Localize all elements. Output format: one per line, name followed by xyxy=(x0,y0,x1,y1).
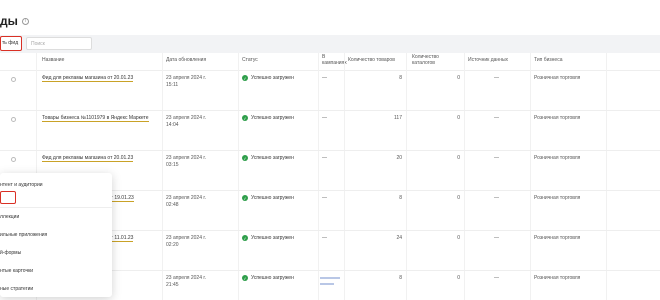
column-header-catalogs[interactable]: Количество каталогов xyxy=(412,54,439,66)
row-select-radio[interactable] xyxy=(11,77,16,82)
updated-time: 03:15 xyxy=(166,162,179,168)
check-circle-icon: ✓ xyxy=(242,115,248,121)
feed-name-link[interactable]: Фид для рекламы магазина от 20.01.23 xyxy=(42,75,134,82)
campaigns-value: — xyxy=(322,75,327,81)
catalogs-count: 0 xyxy=(457,195,460,201)
status-badge: ✓ Успешно загружен xyxy=(242,275,294,281)
products-count: 8 xyxy=(399,75,402,81)
business-type: Розничная торговля xyxy=(534,275,581,281)
status-badge: ✓ Успешно загружен xyxy=(242,235,294,241)
check-circle-icon: ✓ xyxy=(242,75,248,81)
status-badge: ✓ Успешно загружен xyxy=(242,195,294,201)
column-header-business[interactable]: Тип бизнеса xyxy=(534,57,563,63)
updated-date: 23 апреля 2024 г. xyxy=(166,115,206,121)
status-text: Успешно загружен xyxy=(251,235,294,241)
source-value: — xyxy=(494,75,499,81)
updated-date: 23 апреля 2024 г. xyxy=(166,275,206,281)
feed-name-link[interactable]: Фид для рекламы магазина от 20.01.23 xyxy=(42,155,134,162)
menu-item-lead-forms[interactable]: й-формы xyxy=(0,246,112,260)
source-value: — xyxy=(494,235,499,241)
menu-divider xyxy=(0,207,112,208)
source-value: — xyxy=(494,275,499,281)
updated-date: 23 апреля 2024 г. xyxy=(166,235,206,241)
source-value: — xyxy=(494,195,499,201)
products-count: 20 xyxy=(396,155,402,161)
campaigns-link-placeholder[interactable] xyxy=(320,283,334,285)
menu-item-collections[interactable]: ллекции xyxy=(0,210,112,224)
campaigns-value: — xyxy=(322,235,327,241)
campaigns-value: — xyxy=(322,155,327,161)
business-type: Розничная торговля xyxy=(534,195,581,201)
products-count: 8 xyxy=(399,195,402,201)
business-type: Розничная торговля xyxy=(534,75,581,81)
updated-time: 21:45 xyxy=(166,282,179,288)
row-select-radio[interactable] xyxy=(11,117,16,122)
menu-item-content-audiences[interactable]: нтент и аудитории xyxy=(0,178,112,192)
table-row[interactable]: Товары бизнеса №1101979 в Яндекс Маркете… xyxy=(0,111,660,151)
business-type: Розничная торговля xyxy=(534,115,581,121)
products-count: 117 xyxy=(394,115,402,121)
updated-date: 23 апреля 2024 г. xyxy=(166,75,206,81)
catalogs-count: 0 xyxy=(457,155,460,161)
business-type: Розничная торговля xyxy=(534,235,581,241)
status-text: Успешно загружен xyxy=(251,75,294,81)
products-count: 24 xyxy=(396,235,402,241)
updated-time: 02:48 xyxy=(166,202,179,208)
table-header: Название Дата обновления Статус В кампан… xyxy=(0,53,660,71)
products-count: 8 xyxy=(399,275,402,281)
menu-item-cards[interactable]: нтые карточки xyxy=(0,264,112,278)
check-circle-icon: ✓ xyxy=(242,195,248,201)
check-circle-icon: ✓ xyxy=(242,235,248,241)
status-badge: ✓ Успешно загружен xyxy=(242,75,294,81)
source-value: — xyxy=(494,115,499,121)
status-text: Успешно загружен xyxy=(251,115,294,121)
updated-date: 23 апреля 2024 г. xyxy=(166,195,206,201)
column-header-catalogs-line2: каталогов xyxy=(412,60,435,66)
catalogs-count: 0 xyxy=(457,275,460,281)
column-header-updated[interactable]: Дата обновления xyxy=(166,57,206,63)
campaigns-link-placeholder[interactable] xyxy=(320,277,340,279)
toolbar: ть фид xyxy=(0,35,660,53)
search-input[interactable] xyxy=(26,37,92,50)
info-circle-icon[interactable]: i xyxy=(21,17,29,25)
create-dropdown-menu: нтент и аудитории ллекции ильные приложе… xyxy=(0,173,112,297)
menu-item-mobile-apps[interactable]: ильные приложения xyxy=(0,228,112,242)
row-select-radio[interactable] xyxy=(11,157,16,162)
campaigns-value: — xyxy=(322,195,327,201)
catalogs-count: 0 xyxy=(457,235,460,241)
page-title: ды i xyxy=(0,14,29,28)
menu-item-feed[interactable] xyxy=(0,191,112,205)
check-circle-icon: ✓ xyxy=(242,275,248,281)
menu-item-strategies[interactable]: ные стратегии xyxy=(0,282,112,296)
status-badge: ✓ Успешно загружен xyxy=(242,115,294,121)
column-header-source[interactable]: Источник данных xyxy=(468,57,508,63)
catalogs-count: 0 xyxy=(457,115,460,121)
column-header-name[interactable]: Название xyxy=(42,57,64,63)
status-text: Успешно загружен xyxy=(251,155,294,161)
updated-time: 02:20 xyxy=(166,242,179,248)
page-title-text: ды xyxy=(0,14,18,28)
feed-name-link[interactable]: Товары бизнеса №1101979 в Яндекс Маркете xyxy=(42,115,149,122)
create-feed-button[interactable]: ть фид xyxy=(0,36,22,51)
status-text: Успешно загружен xyxy=(251,275,294,281)
updated-time: 14:04 xyxy=(166,122,179,128)
catalogs-count: 0 xyxy=(457,75,460,81)
column-header-products[interactable]: Количество товаров xyxy=(348,57,395,63)
check-circle-icon: ✓ xyxy=(242,155,248,161)
source-value: — xyxy=(494,155,499,161)
status-badge: ✓ Успешно загружен xyxy=(242,155,294,161)
status-text: Успешно загружен xyxy=(251,195,294,201)
column-header-status[interactable]: Статус xyxy=(242,57,258,63)
campaigns-value: — xyxy=(322,115,327,121)
updated-time: 15:11 xyxy=(166,82,179,88)
updated-date: 23 апреля 2024 г. xyxy=(166,155,206,161)
business-type: Розничная торговля xyxy=(534,155,581,161)
table-row[interactable]: Фид для рекламы магазина от 20.01.23 23 … xyxy=(0,71,660,111)
